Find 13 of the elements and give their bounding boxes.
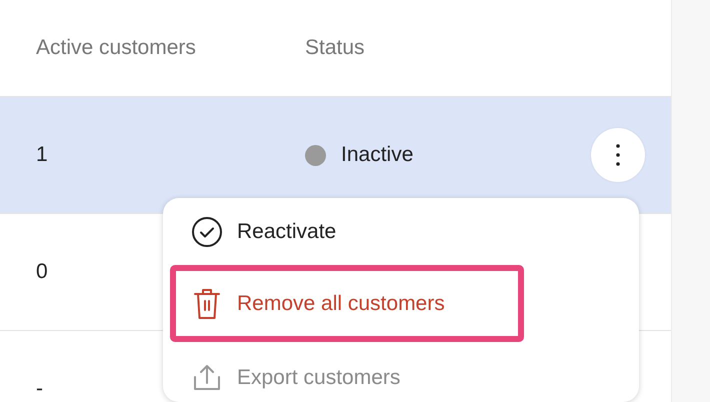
table-cell: -	[36, 377, 43, 401]
more-vertical-icon	[616, 144, 620, 166]
table-cell: 0	[36, 260, 48, 284]
more-button[interactable]	[591, 128, 645, 182]
status-label: Inactive	[341, 143, 414, 167]
trash-icon	[193, 286, 221, 320]
upload-icon	[191, 363, 223, 393]
menu-item[interactable]: Remove all customers	[176, 271, 445, 336]
table-cell: 1	[36, 143, 48, 167]
table-row[interactable]: 1 Inactive	[0, 97, 671, 214]
column-header: Status	[305, 36, 365, 60]
check-circle-icon	[191, 216, 223, 248]
column-header: Active customers	[36, 36, 196, 60]
